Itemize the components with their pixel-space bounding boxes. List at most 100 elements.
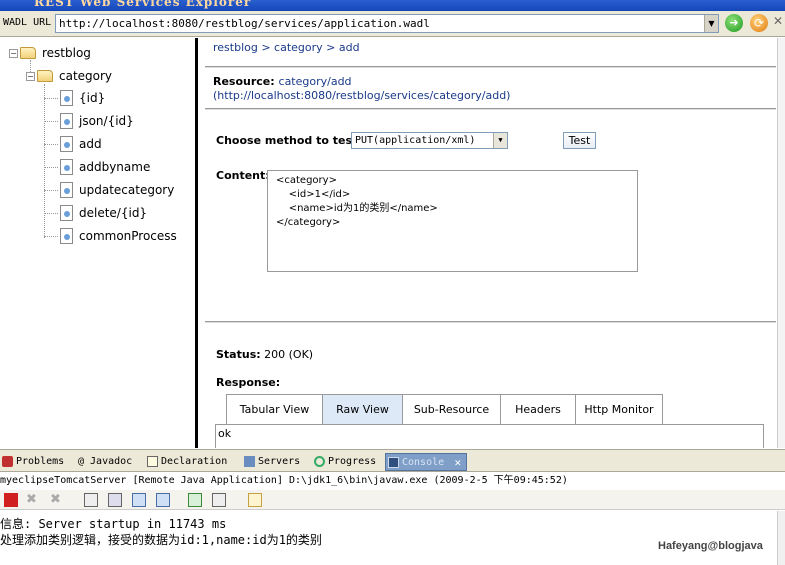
tree-item-label: json/{id}	[79, 114, 134, 128]
response-body[interactable]: ok	[215, 424, 764, 448]
remove-all-icon[interactable]: ✖	[50, 493, 64, 507]
clear-console-icon[interactable]	[84, 493, 98, 507]
watermark: Hafeyang@blogjava	[658, 540, 763, 552]
tree-node-label: category	[59, 69, 113, 83]
status-value: 200 (OK)	[264, 348, 314, 361]
tab-sub-resource[interactable]: Sub-Resource	[402, 394, 500, 425]
tree-node-category[interactable]: − category	[26, 67, 112, 85]
refresh-button[interactable]: ⟳	[750, 14, 768, 32]
test-button[interactable]: Test	[563, 132, 596, 149]
window-title-bar: REST Web Services Explorer	[0, 0, 785, 11]
console-header: myeclipseTomcatServer [Remote Java Appli…	[0, 472, 785, 490]
resource-url[interactable]: (http://localhost:8080/restblog/services…	[213, 89, 510, 102]
response-label: Response:	[216, 376, 281, 389]
content-line: <category>	[276, 175, 337, 186]
response-tabs: Tabular View Raw View Sub-Resource Heade…	[226, 394, 663, 425]
wadl-url-label: WADL URL	[3, 17, 52, 28]
tree-item-label: {id}	[79, 91, 106, 105]
tab-console[interactable]: Console ✕	[385, 453, 468, 472]
content-label: Content:	[216, 169, 270, 182]
tree-item[interactable]: addbyname	[60, 158, 150, 176]
tree-item[interactable]: {id}	[60, 89, 105, 107]
terminate-icon[interactable]	[4, 493, 18, 507]
tree-item[interactable]: commonProcess	[60, 227, 177, 245]
tab-raw-view[interactable]: Raw View	[322, 394, 402, 425]
vertical-scrollbar[interactable]	[777, 511, 785, 565]
scroll-lock-icon[interactable]	[108, 493, 122, 507]
servers-icon	[244, 456, 255, 467]
close-icon[interactable]: ✕	[455, 454, 462, 472]
close-icon: ✕	[773, 14, 784, 28]
go-button[interactable]: ➜	[725, 14, 743, 32]
show-console-icon[interactable]	[132, 493, 146, 507]
remove-launch-icon[interactable]: ✖	[26, 493, 40, 507]
window-title: REST Web Services Explorer	[34, 0, 252, 9]
output-line: 处理添加类别逻辑，接受的数据为id:1,name:id为1的类别	[0, 533, 322, 547]
wadl-url-input[interactable]: http://localhost:8080/restblog/services/…	[55, 14, 719, 33]
resource-label: Resource: category/add	[213, 75, 352, 88]
content-textarea[interactable]: <category> <id>1</id> <name>id为1的类别</nam…	[267, 170, 638, 272]
tree-item-label: addbyname	[79, 160, 151, 174]
resource-file-icon	[60, 159, 73, 175]
tab-servers[interactable]: Servers	[242, 453, 300, 471]
tab-label: Progress	[328, 456, 377, 467]
console-output[interactable]: 信息: Server startup in 11743 ms 处理添加类别逻辑，…	[0, 511, 785, 565]
problems-icon	[2, 456, 13, 467]
content-line: <id>1</id>	[276, 189, 351, 200]
tab-javadoc[interactable]: @ Javadoc	[72, 453, 132, 471]
tree-item-label: commonProcess	[79, 229, 177, 243]
new-console-icon[interactable]	[188, 493, 202, 507]
tab-label: @ Javadoc	[78, 456, 133, 467]
divider	[205, 108, 776, 110]
vertical-scrollbar[interactable]	[777, 38, 785, 448]
resource-file-icon	[60, 90, 73, 106]
tab-declaration[interactable]: Declaration	[145, 453, 227, 471]
console-icon	[388, 457, 399, 468]
resource-file-icon	[60, 113, 73, 129]
resource-file-icon	[60, 182, 73, 198]
tree-item[interactable]: updatecategory	[60, 181, 174, 199]
tree-item[interactable]: add	[60, 135, 102, 153]
breadcrumb[interactable]: restblog > category > add	[213, 41, 360, 54]
resource-tree: − restblog − category {id} json/{id} add…	[0, 38, 198, 448]
resource-detail-panel: restblog > category > add Resource: cate…	[201, 38, 785, 448]
tab-label: Problems	[16, 456, 65, 467]
display-console-icon[interactable]	[212, 493, 226, 507]
method-select[interactable]: PUT(application/xml) ▼	[351, 132, 508, 149]
resource-label-text: Resource:	[213, 75, 275, 88]
tab-label: Servers	[258, 456, 301, 467]
divider	[205, 66, 776, 68]
status-label: Status:	[216, 348, 261, 361]
tree-item-label: updatecategory	[79, 183, 175, 197]
chevron-down-icon[interactable]: ▼	[493, 133, 507, 148]
content-line: <name>id为1的类别</name>	[276, 203, 438, 214]
collapse-icon[interactable]: −	[26, 71, 35, 81]
tree-item[interactable]: delete/{id}	[60, 204, 147, 222]
tab-label: Console	[402, 457, 445, 468]
tab-headers[interactable]: Headers	[500, 394, 575, 425]
tree-node-label: restblog	[42, 46, 91, 60]
folder-open-icon	[20, 47, 36, 59]
tab-progress[interactable]: Progress	[312, 453, 376, 471]
tab-tabular-view[interactable]: Tabular View	[226, 394, 322, 425]
tree-item-label: add	[79, 137, 102, 151]
open-console-icon[interactable]	[248, 493, 262, 507]
console-toolbar: ✖ ✖	[0, 490, 785, 510]
collapse-icon[interactable]: −	[9, 48, 18, 58]
progress-icon	[314, 456, 325, 467]
tree-item[interactable]: json/{id}	[60, 112, 134, 130]
content-line: </category>	[276, 217, 341, 228]
folder-open-icon	[37, 70, 53, 82]
tab-problems[interactable]: Problems	[0, 453, 64, 471]
resource-file-icon	[60, 136, 73, 152]
resource-path-link[interactable]: category/add	[279, 75, 352, 88]
tree-node-restblog[interactable]: − restblog	[9, 44, 91, 62]
close-button[interactable]: ✕	[773, 14, 783, 28]
output-line: 信息: Server startup in 11743 ms	[0, 517, 227, 531]
tab-http-monitor[interactable]: Http Monitor	[575, 394, 663, 425]
resource-file-icon	[60, 205, 73, 221]
method-select-value: PUT(application/xml)	[355, 135, 476, 146]
resource-file-icon	[60, 228, 73, 244]
url-dropdown-button[interactable]: ▼	[704, 15, 718, 32]
pin-console-icon[interactable]	[156, 493, 170, 507]
